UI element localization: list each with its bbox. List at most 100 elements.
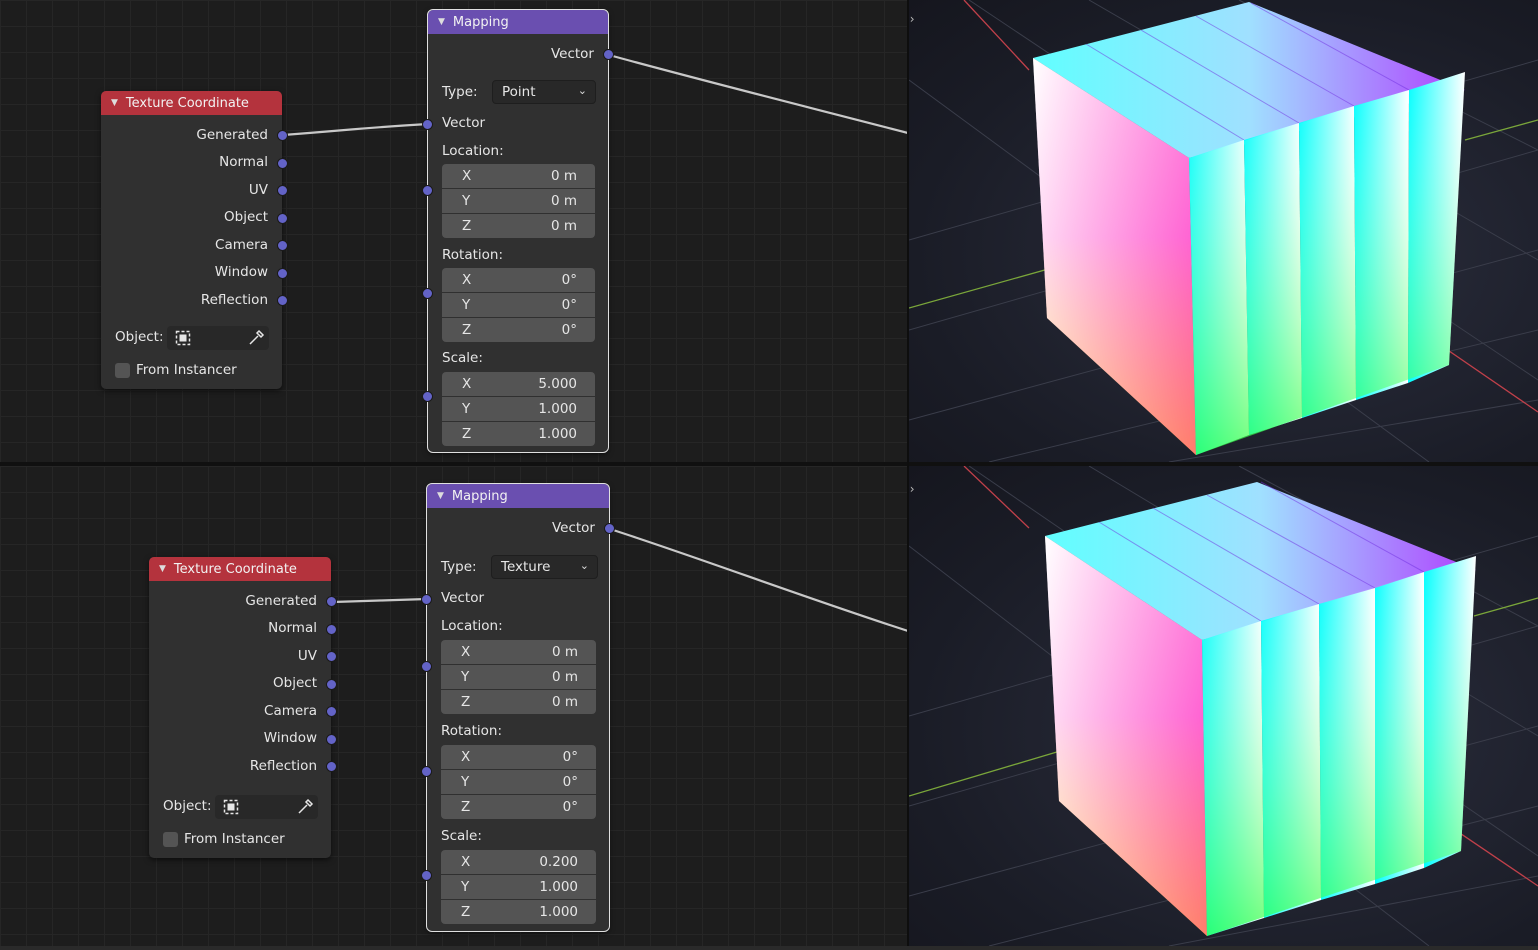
output-normal: Normal [149, 615, 337, 643]
arrows-left-right-icon[interactable]: ‹› [909, 12, 915, 26]
socket-output-camera[interactable] [326, 706, 337, 717]
socket-output-window[interactable] [326, 733, 337, 745]
node-header[interactable]: ▼ Mapping [428, 10, 608, 34]
type-label: Type: [442, 84, 478, 100]
socket-output-vector[interactable] [604, 523, 615, 534]
eyedropper-icon[interactable] [296, 798, 314, 816]
input-vector-label: Vector [441, 590, 485, 606]
link-vector-out [608, 53, 908, 135]
node-header[interactable]: ▼ Texture Coordinate [101, 91, 282, 115]
output-window: Window [101, 259, 288, 287]
output-generated: Generated [149, 587, 337, 615]
socket-input-location[interactable] [421, 661, 432, 672]
rotation-x-field[interactable]: X 0° [442, 268, 595, 292]
socket-output-object[interactable] [326, 678, 337, 690]
node-header[interactable]: ▼ Texture Coordinate [149, 557, 331, 581]
eyedropper-icon[interactable] [247, 329, 265, 347]
socket-input-vector[interactable] [421, 594, 432, 605]
socket-input-rotation[interactable] [422, 288, 433, 299]
rotation-y-field[interactable]: Y 0° [442, 293, 595, 317]
collapse-triangle-icon[interactable]: ▼ [111, 98, 118, 108]
arrows-left-right-icon[interactable]: ‹› [909, 482, 915, 496]
mapping-node[interactable]: ▼ Mapping Vector Type: Point ⌄ Vector Lo… [422, 9, 614, 453]
socket-output-window[interactable] [277, 267, 288, 279]
socket-output-normal[interactable] [277, 157, 288, 169]
output-camera: Camera [101, 231, 288, 259]
texture-coordinate-node[interactable]: ▼ Texture Coordinate Generated Normal UV… [149, 557, 337, 858]
socket-input-rotation[interactable] [421, 766, 432, 777]
socket-output-uv[interactable] [277, 185, 288, 196]
type-dropdown[interactable]: Texture ⌄ [491, 555, 598, 579]
output-uv: UV [149, 642, 337, 670]
node-title: Texture Coordinate [125, 95, 249, 111]
location-label: Location: [442, 143, 504, 159]
socket-output-generated[interactable] [326, 596, 337, 607]
top-workspace: ▼ Texture Coordinate Generated Normal UV… [0, 0, 1538, 462]
socket-output-object[interactable] [277, 212, 288, 224]
socket-output-reflection[interactable] [277, 295, 288, 306]
output-window: Window [149, 725, 337, 753]
x-axis-line [963, 0, 1030, 71]
socket-input-scale[interactable] [421, 870, 432, 881]
type-dropdown[interactable]: Point ⌄ [492, 80, 596, 104]
link-generated-to-vector [282, 122, 429, 137]
scale-z-field[interactable]: Z 1.000 [441, 900, 596, 924]
location-z-field[interactable]: Z0 m [442, 214, 595, 238]
from-instancer-checkbox[interactable] [115, 363, 130, 378]
location-x-field[interactable]: X0 m [442, 164, 595, 188]
object-square-icon [175, 330, 191, 346]
location-y-field[interactable]: Y0 m [442, 189, 595, 213]
rotation-z-field[interactable]: Z 0° [441, 795, 596, 819]
collapse-triangle-icon[interactable]: ▼ [437, 491, 444, 501]
output-vector-label: Vector [551, 520, 595, 536]
mapping-node[interactable]: ▼ Mapping Vector Type: Texture ⌄ Vector … [421, 483, 615, 932]
rotation-y-field[interactable]: Y 0° [441, 770, 596, 794]
socket-input-location[interactable] [422, 185, 433, 196]
socket-input-vector[interactable] [422, 119, 433, 130]
x-axis-line [963, 466, 1030, 529]
scale-x-field[interactable]: X 0.200 [441, 850, 596, 874]
node-header[interactable]: ▼ Mapping [427, 484, 609, 508]
socket-output-reflection[interactable] [326, 761, 337, 772]
chevron-down-icon: ⌄ [577, 84, 587, 97]
socket-input-scale[interactable] [422, 391, 433, 402]
output-vector-label: Vector [550, 46, 594, 62]
vertical-area-divider[interactable] [907, 0, 909, 950]
location-y-field[interactable]: Y0 m [441, 665, 596, 689]
scale-x-field[interactable]: X 5.000 [442, 372, 595, 396]
scale-y-field[interactable]: Y 1.000 [441, 875, 596, 899]
rotation-x-field[interactable]: X 0° [441, 745, 596, 769]
object-picker-field[interactable] [215, 795, 318, 819]
output-object: Object [149, 670, 337, 698]
rotation-z-field[interactable]: Z 0° [442, 318, 595, 342]
socket-output-normal[interactable] [326, 623, 337, 635]
location-x-field[interactable]: X0 m [441, 640, 596, 664]
output-object: Object [101, 204, 288, 232]
scale-z-field[interactable]: Z 1.000 [442, 422, 595, 446]
socket-output-camera[interactable] [277, 240, 288, 251]
collapse-triangle-icon[interactable]: ▼ [438, 17, 445, 27]
object-label: Object: [163, 798, 212, 814]
scale-y-field[interactable]: Y 1.000 [442, 397, 595, 421]
cube-render-top [909, 0, 1538, 462]
location-label: Location: [441, 618, 503, 634]
location-z-field[interactable]: Z0 m [441, 690, 596, 714]
socket-output-uv[interactable] [326, 651, 337, 662]
from-instancer-checkbox[interactable] [163, 832, 178, 847]
node-title: Texture Coordinate [173, 561, 297, 577]
node-editor-top[interactable]: ▼ Texture Coordinate Generated Normal UV… [0, 0, 908, 462]
texture-coordinate-node[interactable]: ▼ Texture Coordinate Generated Normal UV… [101, 91, 288, 389]
collapse-triangle-icon[interactable]: ▼ [159, 564, 166, 574]
scale-label: Scale: [441, 828, 482, 844]
socket-output-vector[interactable] [603, 49, 614, 60]
output-uv: UV [101, 176, 288, 204]
socket-output-generated[interactable] [277, 130, 288, 141]
3d-viewport-bottom[interactable]: ‹› [909, 466, 1538, 946]
from-instancer-label: From Instancer [136, 362, 237, 378]
link-generated-to-vector [332, 597, 428, 604]
object-picker-field[interactable] [167, 326, 269, 350]
rotation-label: Rotation: [442, 247, 504, 263]
node-editor-bottom[interactable]: ▼ Texture Coordinate Generated Normal UV… [0, 466, 908, 946]
status-strip [0, 946, 1538, 950]
3d-viewport-top[interactable]: ‹› [909, 0, 1538, 462]
